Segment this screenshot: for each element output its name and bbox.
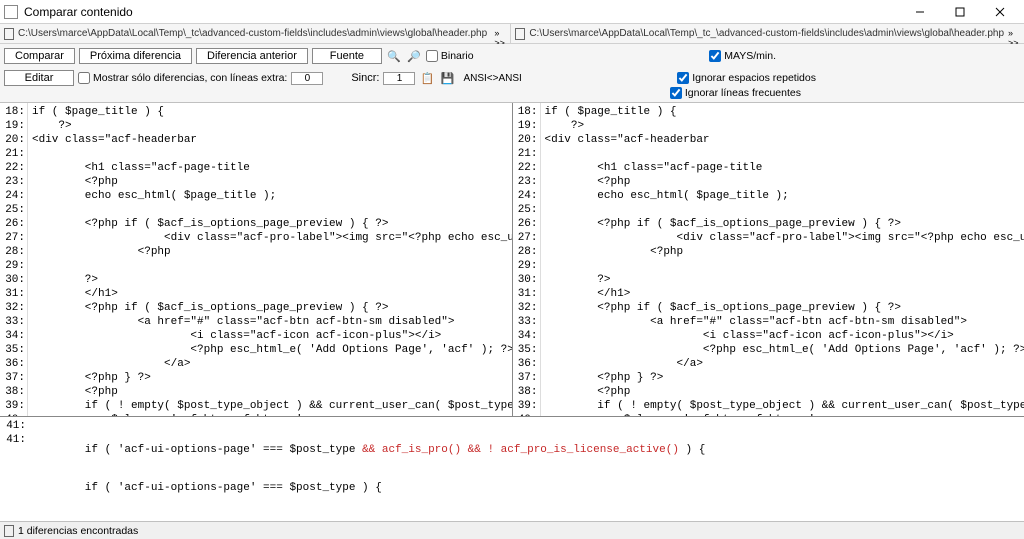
copy-icon[interactable]: 📋	[419, 70, 435, 86]
right-file-path: C:\Users\marce\AppData\Local\Temp\_tc_\a…	[529, 28, 1004, 39]
font-button[interactable]: Fuente	[312, 48, 382, 64]
left-code[interactable]: if ( $page_title ) { ?><div class="acf-h…	[28, 103, 512, 416]
binoculars-icon[interactable]: 🔍	[386, 48, 402, 64]
diff-detail-code: if ( 'acf-ui-options-page' === $post_typ…	[28, 417, 1024, 521]
sync-label: Sincr:	[351, 72, 379, 84]
left-pane[interactable]: 18:19:20:21:22:23:24:25:26:27:28:29:30:3…	[0, 103, 513, 416]
titlebar: Comparar contenido	[0, 0, 1024, 24]
nav-arrows-icon[interactable]: » >>	[494, 28, 506, 40]
file-icon	[515, 28, 525, 40]
save-icon[interactable]: 💾	[439, 70, 455, 86]
diff-panes: 18:19:20:21:22:23:24:25:26:27:28:29:30:3…	[0, 103, 1024, 416]
sync-input[interactable]	[383, 72, 415, 85]
extra-lines-input[interactable]	[291, 72, 323, 85]
encoding-label[interactable]: ANSI<>ANSI	[459, 73, 525, 84]
maximize-button[interactable]	[940, 1, 980, 23]
file-icon	[4, 28, 14, 40]
ignore-lines-wrap[interactable]: Ignorar líneas frecuentes	[670, 87, 801, 99]
statusbar: 1 diferencias encontradas	[0, 521, 1024, 539]
right-gutter: 18:19:20:21:22:23:24:25:26:27:28:29:30:3…	[513, 103, 541, 416]
mayus-label: MAYS/min.	[724, 50, 776, 62]
edit-button[interactable]: Editar	[4, 70, 74, 86]
toolbar: Comparar Próxima diferencia Diferencia a…	[0, 44, 1024, 103]
right-code[interactable]: if ( $page_title ) { ?><div class="acf-h…	[541, 103, 1024, 416]
next-diff-button[interactable]: Próxima diferencia	[79, 48, 192, 64]
show-diffs-checkbox[interactable]	[78, 72, 90, 84]
nav-arrows-icon[interactable]: » >>	[1008, 28, 1020, 40]
binary-checkbox-wrap[interactable]: Binario	[426, 50, 474, 62]
show-diffs-label: Mostrar sólo diferencias, con líneas ext…	[93, 72, 287, 84]
window-title: Comparar contenido	[24, 5, 900, 19]
left-path-cell: C:\Users\marce\AppData\Local\Temp\_tc\ad…	[0, 24, 511, 43]
ignore-lines-label: Ignorar líneas frecuentes	[685, 87, 801, 99]
path-row: C:\Users\marce\AppData\Local\Temp\_tc\ad…	[0, 24, 1024, 44]
document-icon	[4, 525, 14, 537]
right-pane[interactable]: 18:19:20:21:22:23:24:25:26:27:28:29:30:3…	[513, 103, 1024, 416]
close-button[interactable]	[980, 1, 1020, 23]
ignore-spaces-checkbox[interactable]	[677, 72, 689, 84]
show-diffs-wrap[interactable]: Mostrar sólo diferencias, con líneas ext…	[78, 72, 287, 84]
diff-detail: 41: 41: if ( 'acf-ui-options-page' === $…	[0, 416, 1024, 521]
diff-detail-gutter: 41: 41:	[0, 417, 28, 521]
binary-label: Binario	[441, 50, 474, 62]
mayus-checkbox-wrap[interactable]: MAYS/min.	[709, 50, 776, 62]
minimize-button[interactable]	[900, 1, 940, 23]
app-icon	[4, 5, 18, 19]
prev-diff-button[interactable]: Diferencia anterior	[196, 48, 308, 64]
diff-line-right: if ( 'acf-ui-options-page' === $post_typ…	[32, 481, 1020, 495]
ignore-spaces-label: Ignorar espacios repetidos	[692, 72, 816, 84]
ignore-spaces-wrap[interactable]: Ignorar espacios repetidos	[677, 72, 816, 84]
status-text: 1 diferencias encontradas	[18, 525, 138, 537]
binary-checkbox[interactable]	[426, 50, 438, 62]
diff-line-left: if ( 'acf-ui-options-page' === $post_typ…	[32, 443, 1020, 457]
binoculars-next-icon[interactable]: 🔎	[406, 48, 422, 64]
left-file-path: C:\Users\marce\AppData\Local\Temp\_tc\ad…	[18, 28, 490, 39]
ignore-lines-checkbox[interactable]	[670, 87, 682, 99]
compare-button[interactable]: Comparar	[4, 48, 75, 64]
left-gutter: 18:19:20:21:22:23:24:25:26:27:28:29:30:3…	[0, 103, 28, 416]
mayus-checkbox[interactable]	[709, 50, 721, 62]
right-path-cell: C:\Users\marce\AppData\Local\Temp\_tc_\a…	[511, 24, 1024, 43]
